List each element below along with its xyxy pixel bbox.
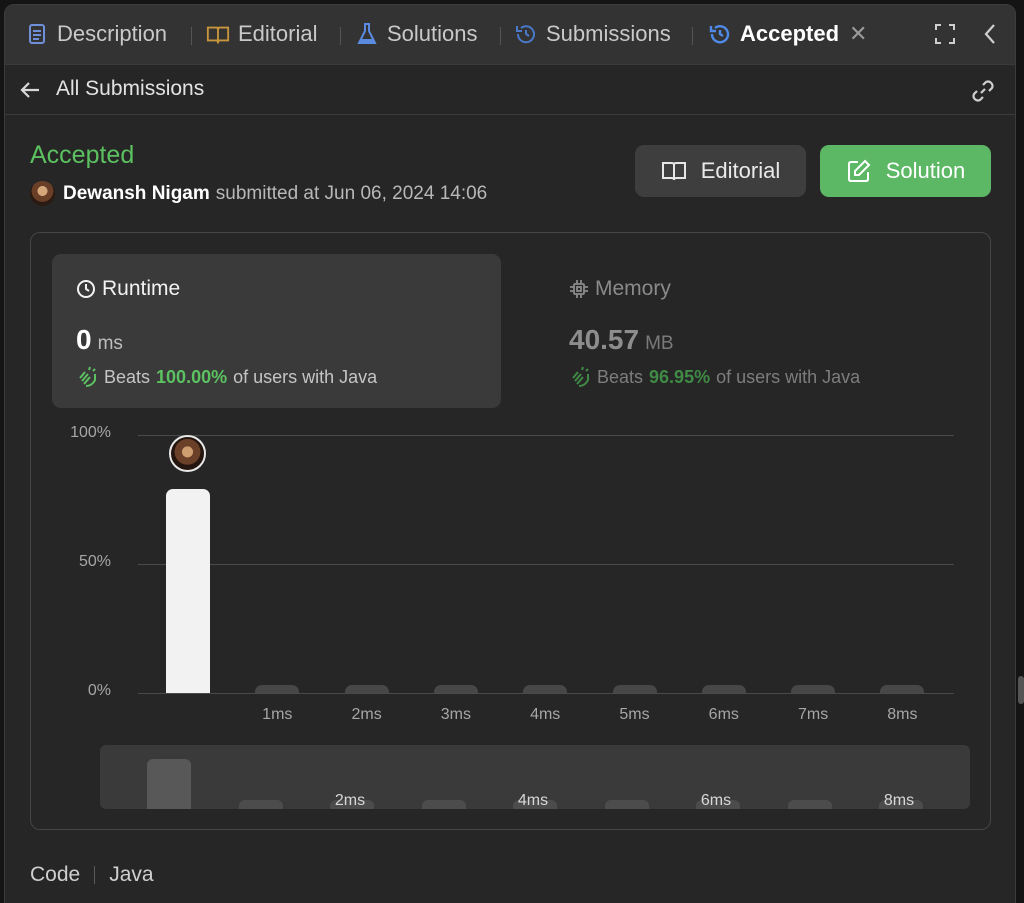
tab-submissions[interactable]: Submissions bbox=[514, 18, 671, 50]
editorial-button[interactable]: Editorial bbox=[635, 145, 806, 197]
x-tick-label: 2ms bbox=[351, 706, 382, 723]
memory-beats: Beats 96.95% of users with Java bbox=[569, 366, 860, 388]
x-tick-label: 1ms bbox=[262, 706, 293, 723]
tab-divider bbox=[340, 27, 341, 45]
bar-6ms[interactable] bbox=[701, 685, 746, 693]
overview-bar bbox=[421, 800, 466, 809]
submission-panel: Description Editorial Solutions Submissi… bbox=[4, 4, 1016, 903]
clap-icon bbox=[572, 366, 589, 387]
solution-button[interactable]: Solution bbox=[820, 145, 991, 197]
memory-title: Memory bbox=[569, 277, 671, 301]
avatar[interactable] bbox=[30, 181, 55, 206]
runtime-card[interactable]: Runtime 0 ms Beats 100.00% of users with … bbox=[52, 254, 501, 408]
book-icon bbox=[661, 162, 686, 181]
tab-divider bbox=[191, 27, 192, 45]
code-label: Code bbox=[30, 863, 81, 886]
overview-tick-label: 2ms bbox=[334, 792, 366, 809]
back-bar: All Submissions bbox=[5, 65, 1015, 115]
bar-7ms[interactable] bbox=[791, 685, 836, 693]
submitted-time: submitted at Jun 06, 2024 14:06 bbox=[215, 182, 488, 204]
chevron-left-icon[interactable] bbox=[977, 21, 1003, 47]
tab-bar: Description Editorial Solutions Submissi… bbox=[5, 5, 1015, 65]
chip-icon bbox=[570, 280, 588, 298]
gridline bbox=[138, 693, 954, 694]
x-tick-label: 8ms bbox=[887, 706, 918, 723]
code-language: Java bbox=[109, 863, 154, 886]
tab-editorial[interactable]: Editorial bbox=[206, 18, 317, 50]
overview-tick-label: 6ms bbox=[700, 792, 732, 809]
overview-bar bbox=[604, 800, 649, 809]
user-position-avatar[interactable] bbox=[169, 435, 206, 472]
chart-overview-scrubber[interactable]: 2ms 4ms 6ms 8ms bbox=[100, 745, 970, 809]
history-icon bbox=[514, 22, 538, 46]
memory-card[interactable]: Memory 40.57 MB Beats 96.95% of users wit… bbox=[545, 254, 965, 408]
link-icon[interactable] bbox=[969, 77, 997, 105]
overview-tick-label: 4ms bbox=[517, 792, 549, 809]
book-icon bbox=[206, 22, 230, 46]
overview-tick-label: 8ms bbox=[883, 792, 915, 809]
x-tick-label: 6ms bbox=[708, 706, 739, 723]
y-tick-label: 100% bbox=[70, 424, 111, 441]
maximize-icon[interactable] bbox=[932, 21, 958, 47]
bar-0ms[interactable] bbox=[166, 489, 210, 693]
x-tick-label: 5ms bbox=[619, 706, 650, 723]
memory-value: 40.57 MB bbox=[569, 324, 674, 355]
clock-icon bbox=[77, 280, 95, 298]
runtime-beats: Beats 100.00% of users with Java bbox=[76, 366, 377, 388]
overview-bar bbox=[147, 759, 191, 809]
x-tick-label: 4ms bbox=[530, 706, 561, 723]
bar-3ms[interactable] bbox=[433, 685, 478, 693]
tab-description[interactable]: Description bbox=[25, 18, 167, 50]
gridline bbox=[138, 435, 954, 436]
clap-icon bbox=[79, 366, 96, 387]
overview-bar bbox=[238, 800, 283, 809]
stats-panel: Runtime 0 ms Beats 100.00% of users with … bbox=[30, 232, 991, 830]
tab-divider bbox=[692, 27, 693, 45]
runtime-title: Runtime bbox=[76, 277, 180, 301]
bar-5ms[interactable] bbox=[612, 685, 657, 693]
scrollbar-thumb[interactable] bbox=[1018, 676, 1024, 704]
runtime-value: 0 ms bbox=[76, 324, 123, 355]
flask-icon bbox=[355, 22, 379, 46]
bar-4ms[interactable] bbox=[523, 685, 568, 693]
history-icon bbox=[708, 22, 732, 46]
gridline bbox=[138, 564, 954, 565]
bar-1ms[interactable] bbox=[255, 685, 300, 693]
all-submissions-link[interactable]: All Submissions bbox=[56, 77, 204, 101]
tab-divider bbox=[500, 27, 501, 45]
arrow-left-icon[interactable] bbox=[19, 79, 41, 101]
y-tick-label: 0% bbox=[87, 682, 111, 699]
submitter-name[interactable]: Dewansh Nigam bbox=[63, 183, 210, 205]
x-tick-label: 3ms bbox=[440, 706, 471, 723]
code-header: Code Java bbox=[30, 863, 154, 887]
close-icon[interactable]: ✕ bbox=[849, 21, 867, 47]
tab-accepted[interactable]: Accepted ✕ bbox=[708, 18, 867, 50]
bar-8ms[interactable] bbox=[880, 685, 925, 693]
bar-2ms[interactable] bbox=[344, 685, 389, 693]
tab-solutions[interactable]: Solutions bbox=[355, 18, 478, 50]
overview-bar bbox=[787, 800, 832, 809]
document-icon bbox=[25, 22, 49, 46]
divider bbox=[94, 866, 96, 884]
edit-icon bbox=[847, 159, 871, 182]
y-tick-label: 50% bbox=[78, 553, 111, 570]
submission-status: Accepted bbox=[30, 141, 135, 169]
submitter-line: Dewansh Nigam submitted at Jun 06, 2024 … bbox=[30, 181, 487, 206]
x-tick-label: 7ms bbox=[797, 706, 829, 723]
